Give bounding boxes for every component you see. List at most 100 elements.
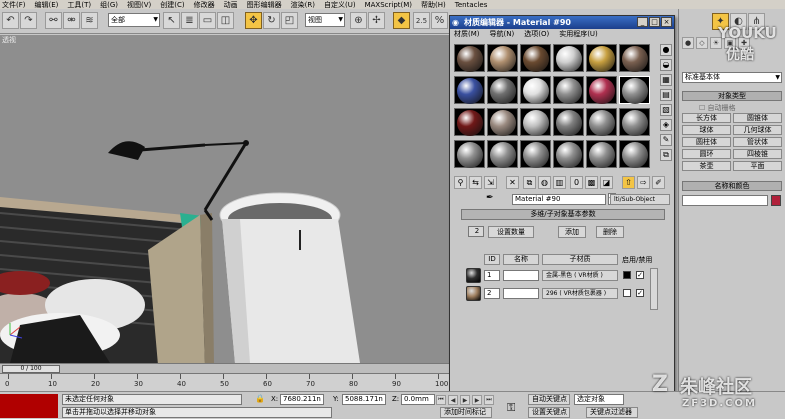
angle-snap-icon[interactable]: 2.5: [413, 12, 430, 29]
sample-slot[interactable]: [454, 76, 485, 104]
go-to-parent-icon[interactable]: ⇧: [622, 176, 635, 189]
make-unique-icon[interactable]: ◍: [538, 176, 551, 189]
material-menu-item[interactable]: 选项(O): [524, 29, 549, 39]
x-coord-field[interactable]: 7680.211n: [280, 394, 324, 405]
menu-item[interactable]: 帮助(H): [421, 0, 446, 9]
sample-uv-icon[interactable]: ▤: [660, 89, 672, 101]
object-type-header[interactable]: 对象类型: [682, 91, 782, 101]
primitive-button[interactable]: 圆锥体: [733, 113, 782, 123]
time-slider[interactable]: 0 / 100: [0, 363, 450, 373]
material-menu-item[interactable]: 材质(M): [454, 29, 480, 39]
background-icon[interactable]: ▦: [660, 74, 672, 86]
select-move-icon[interactable]: ✥: [245, 12, 262, 29]
column-name[interactable]: 名称: [503, 254, 539, 265]
video-color-check-icon[interactable]: ▧: [660, 104, 672, 116]
menu-item[interactable]: Tentacles: [455, 1, 488, 9]
go-to-end-icon[interactable]: ⏭: [484, 395, 494, 405]
material-id-icon[interactable]: 0: [570, 176, 583, 189]
window-crossing-icon[interactable]: ◫: [217, 12, 234, 29]
next-frame-icon[interactable]: ▶: [472, 395, 482, 405]
primitive-button[interactable]: 平面: [733, 161, 782, 171]
primitive-button[interactable]: 球体: [682, 125, 731, 135]
maximize-button[interactable]: □: [649, 17, 660, 27]
sample-slot[interactable]: [454, 140, 485, 168]
select-rotate-icon[interactable]: ↻: [263, 12, 280, 29]
menu-item[interactable]: 组(G): [100, 0, 118, 9]
sample-slot[interactable]: [520, 108, 551, 136]
prev-frame-icon[interactable]: ◀: [448, 395, 458, 405]
submaterial-color-swatch[interactable]: [623, 289, 631, 297]
percent-snap-icon[interactable]: %: [431, 12, 448, 29]
sample-slot[interactable]: [586, 108, 617, 136]
delete-button[interactable]: 删除: [596, 226, 624, 238]
material-type-button[interactable]: lti/Sub-Object: [610, 194, 670, 205]
sample-slot[interactable]: [586, 140, 617, 168]
add-button[interactable]: 添加: [558, 226, 586, 238]
menu-item[interactable]: 图形编辑器: [247, 0, 282, 9]
pivot-icon[interactable]: ⊕: [350, 12, 367, 29]
go-to-start-icon[interactable]: ⏮: [436, 395, 446, 405]
backlight-icon[interactable]: ◒: [660, 59, 672, 71]
select-by-material-icon[interactable]: ⧉: [660, 149, 672, 161]
primitive-button[interactable]: 管状体: [733, 137, 782, 147]
options-icon[interactable]: ✎: [660, 134, 672, 146]
sample-slot[interactable]: [454, 44, 485, 72]
get-material-icon[interactable]: ⚲: [454, 176, 467, 189]
column-submaterial[interactable]: 子材质: [542, 254, 618, 265]
sample-slot[interactable]: [520, 140, 551, 168]
menu-item[interactable]: 文件(F): [2, 0, 26, 9]
primitive-button[interactable]: 圆环: [682, 149, 731, 159]
perspective-viewport[interactable]: 透视: [0, 35, 450, 363]
close-button[interactable]: ×: [661, 17, 672, 27]
geometry-icon[interactable]: ●: [682, 37, 694, 49]
sample-slot[interactable]: [520, 76, 551, 104]
redo-icon[interactable]: ↷: [20, 12, 37, 29]
set-number-button[interactable]: 设置数量: [488, 226, 534, 238]
z-coord-field[interactable]: 0.0mm: [401, 394, 435, 405]
time-slider-thumb[interactable]: 0 / 100: [2, 365, 60, 373]
primitive-button[interactable]: 四棱锥: [733, 149, 782, 159]
sub-count-field[interactable]: 2: [468, 226, 484, 237]
sample-type-icon[interactable]: ●: [660, 44, 672, 56]
sample-slot[interactable]: [619, 140, 650, 168]
sample-slot[interactable]: [619, 76, 650, 104]
submaterial-scrollbar[interactable]: [650, 268, 658, 310]
snap-3d-icon[interactable]: ◆: [393, 12, 410, 29]
primitive-button[interactable]: 茶壶: [682, 161, 731, 171]
sample-slot[interactable]: [553, 140, 584, 168]
make-copy-icon[interactable]: ⧉: [523, 176, 536, 189]
enable-checkbox[interactable]: ✓: [636, 289, 644, 297]
put-to-library-icon[interactable]: ▥: [553, 176, 566, 189]
select-icon[interactable]: ↖: [163, 12, 180, 29]
key-filter-button[interactable]: 关键点过滤器: [586, 407, 638, 418]
sample-slot[interactable]: [487, 140, 518, 168]
lock-selection-icon[interactable]: 🔒: [255, 394, 265, 403]
menu-item[interactable]: MAXScript(M): [365, 1, 412, 9]
sample-slot[interactable]: [553, 108, 584, 136]
menu-item[interactable]: 编辑(E): [35, 0, 59, 9]
menu-item[interactable]: 创建(C): [160, 0, 184, 9]
enable-checkbox[interactable]: ✓: [636, 271, 644, 279]
material-name-field[interactable]: Material #90: [512, 194, 606, 205]
menu-item[interactable]: 动画: [224, 0, 238, 9]
object-name-field[interactable]: [682, 195, 768, 206]
show-end-result-icon[interactable]: ◪: [600, 176, 613, 189]
menu-item[interactable]: 自定义(U): [324, 0, 356, 9]
manipulate-icon[interactable]: ✢: [368, 12, 385, 29]
reset-material-icon[interactable]: ✕: [506, 176, 519, 189]
y-coord-field[interactable]: 5088.171n: [342, 394, 386, 405]
rect-selection-icon[interactable]: ▭: [199, 12, 216, 29]
primitive-button[interactable]: 长方体: [682, 113, 731, 123]
object-color-swatch[interactable]: [771, 195, 781, 206]
selection-filter-combo[interactable]: 全部: [108, 13, 160, 27]
column-id[interactable]: ID: [484, 254, 500, 265]
submaterial-button[interactable]: 金属-黑色 ( VR材质 ): [542, 270, 618, 281]
maxscript-listener[interactable]: [0, 394, 58, 418]
show-map-icon[interactable]: ▩: [585, 176, 598, 189]
sample-slot[interactable]: [553, 44, 584, 72]
set-key-button[interactable]: 设置关键点: [528, 407, 570, 418]
select-scale-icon[interactable]: ◰: [281, 12, 298, 29]
key-icon[interactable]: ⚿: [507, 401, 515, 415]
select-by-name-icon[interactable]: ≣: [181, 12, 198, 29]
selected-combo[interactable]: 选定对象: [574, 394, 624, 405]
